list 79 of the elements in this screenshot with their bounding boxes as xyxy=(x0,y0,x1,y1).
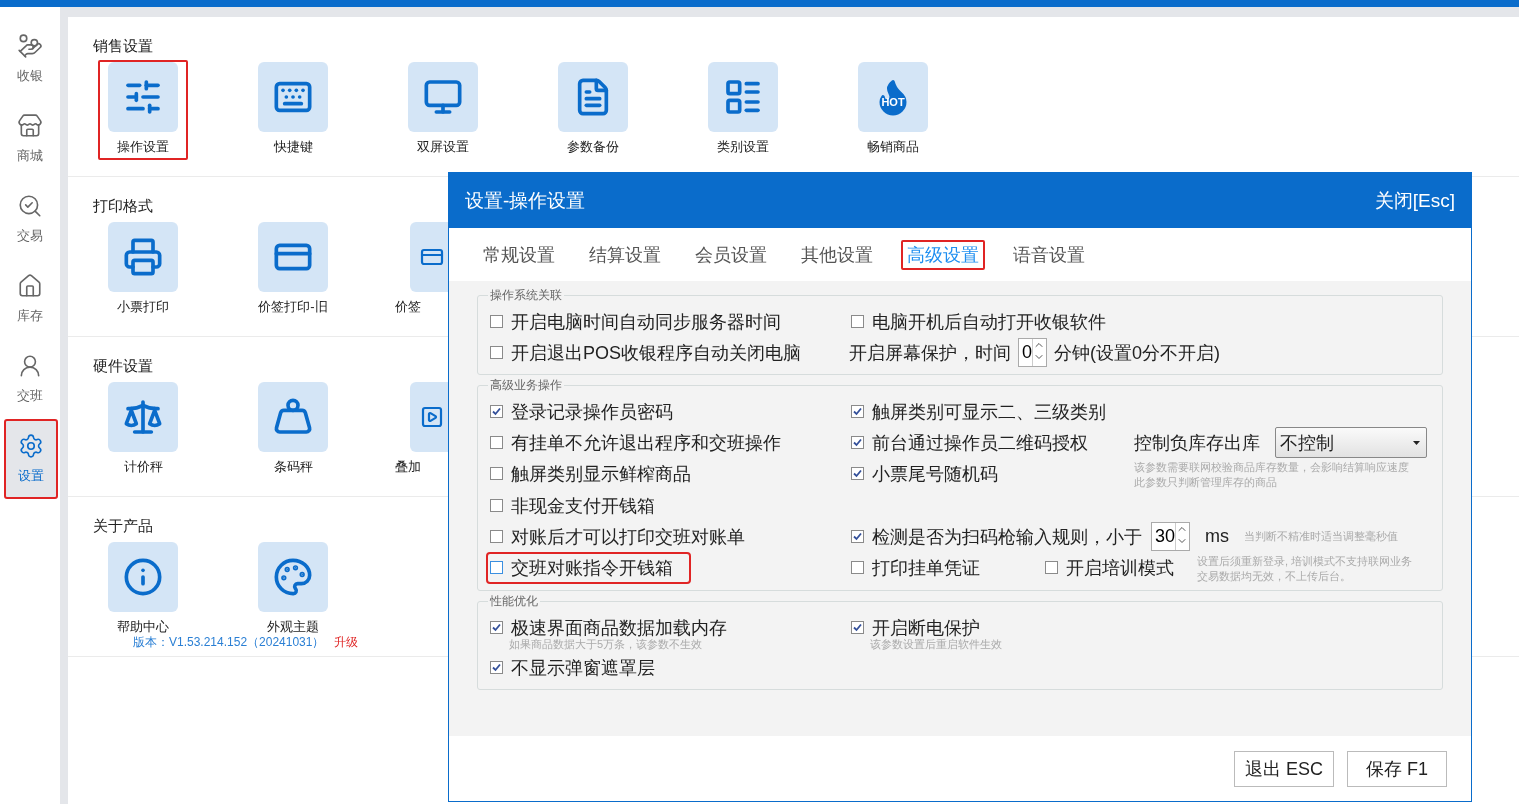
section-title: 硬件设置 xyxy=(93,357,153,376)
version-text: 版本：V1.53.214.152（20241031） xyxy=(133,634,325,651)
checkbox-option[interactable]: 开启电脑时间自动同步服务器时间 xyxy=(488,309,783,334)
monitor-icon xyxy=(423,77,463,117)
checkmark-icon xyxy=(492,407,501,416)
printer-icon xyxy=(123,237,163,277)
exit-button[interactable]: 退出 ESC xyxy=(1234,750,1334,787)
checkbox-option[interactable]: 小票尾号随机码 xyxy=(849,461,1000,486)
checkbox-option[interactable]: 触屏类别显示鲜榨商品 xyxy=(488,461,693,486)
checkbox-option[interactable]: 登录记录操作员密码 xyxy=(488,399,675,424)
nav-item[interactable]: 收银 xyxy=(0,19,60,99)
section-title: 销售设置 xyxy=(93,37,153,56)
checkbox-option[interactable]: 开启培训模式 xyxy=(1043,555,1176,580)
checkmark-icon xyxy=(492,623,501,632)
checkbox-option[interactable]: 开启退出POS收银程序自动关闭电脑 xyxy=(488,340,803,365)
tab[interactable]: 结算设置 xyxy=(583,239,667,270)
unit-label: ms xyxy=(1205,526,1230,547)
group-legend: 高级业务操作 xyxy=(488,377,564,394)
close-button[interactable]: 关闭[Esc] xyxy=(1374,187,1455,214)
tab[interactable]: 语音设置 xyxy=(1007,239,1091,270)
nav-item[interactable]: 商城 xyxy=(0,99,60,179)
section-title: 关于产品 xyxy=(93,517,153,536)
number-field[interactable]: 0 xyxy=(1018,338,1047,367)
checkbox-option[interactable]: 极速界面商品数据加载内存 xyxy=(488,615,729,640)
checkbox-option[interactable]: 有挂单不允许退出程序和交班操作 xyxy=(488,430,783,455)
nav-item[interactable]: 库存 xyxy=(0,259,60,339)
weight-icon xyxy=(273,397,313,437)
option-label: 控制负库存出库 xyxy=(1134,431,1260,455)
option-hint: 当判断不精准时适当调整毫秒值 xyxy=(1244,529,1399,544)
save-button[interactable]: 保存 F1 xyxy=(1347,750,1447,787)
scale-icon xyxy=(123,397,163,437)
option-hint: 设置后须重新登录, 培训模式不支持联网业务 交易数据均无效，不上传后台。 xyxy=(1197,554,1413,584)
option-note: 该参数设置后重启软件生效 xyxy=(870,637,1003,652)
group-legend: 性能优化 xyxy=(488,593,540,610)
checkbox-option[interactable]: 对账后才可以打印交班对账单 xyxy=(488,524,747,549)
group-legend: 操作系统关联 xyxy=(488,287,564,304)
checkmark-icon xyxy=(853,407,862,416)
option-hint: 该参数需要联网校验商品库存数量，会影响结算响应速度 此参数只判断管理库存的商品 xyxy=(1134,460,1409,490)
checkbox-option[interactable]: 电脑开机后自动打开收银软件 xyxy=(849,309,1108,334)
dropdown[interactable]: 不控制 xyxy=(1275,427,1427,458)
unit-label: 分钟(设置0分不开启) xyxy=(1054,341,1220,365)
play-icon xyxy=(420,405,444,429)
option-note: 如果商品数据大于5万条，该参数不生效 xyxy=(509,637,704,652)
upgrade-link[interactable]: 升级 xyxy=(334,634,359,651)
checkbox-option[interactable]: 前台通过操作员二维码授权 xyxy=(849,430,1090,455)
checkbox-option[interactable]: 非现金支付开钱箱 xyxy=(488,493,657,518)
option-label: 开启屏幕保护，时间 xyxy=(849,341,1011,365)
checkbox-option[interactable]: 检测是否为扫码枪输入规则，小于 xyxy=(849,524,1144,549)
checkmark-icon xyxy=(492,663,501,672)
tab[interactable]: 其他设置 xyxy=(795,239,879,270)
checkbox-option[interactable]: 触屏类别可显示二、三级类别 xyxy=(849,399,1108,424)
list-icon xyxy=(723,77,763,117)
checkbox-option[interactable]: 交班对账指令开钱箱 xyxy=(488,553,689,582)
checkmark-icon xyxy=(853,532,862,541)
nav-item[interactable]: 设置 xyxy=(4,419,58,499)
checkmark-icon xyxy=(853,438,862,447)
checkbox-option[interactable]: 开启断电保护 xyxy=(849,615,982,640)
settings-tile[interactable]: 操作设置 xyxy=(98,60,188,160)
checkbox-option[interactable]: 打印挂单凭证 xyxy=(849,555,982,580)
palette-icon xyxy=(273,557,313,597)
nav-item[interactable]: 交班 xyxy=(0,339,60,419)
nav-item[interactable]: 交易 xyxy=(0,179,60,259)
store-icon xyxy=(17,113,43,139)
hand-coin-icon xyxy=(17,33,43,59)
checkmark-icon xyxy=(853,469,862,478)
dialog-title: 设置-操作设置 xyxy=(465,188,586,213)
tab[interactable]: 常规设置 xyxy=(477,239,561,270)
section-title: 打印格式 xyxy=(93,197,153,216)
checkbox-option[interactable]: 不显示弹窗遮罩层 xyxy=(488,655,657,680)
checkmark-icon xyxy=(853,623,862,632)
number-field[interactable]: 30 xyxy=(1151,522,1191,551)
hot-label: HOT xyxy=(880,96,906,108)
info-icon xyxy=(123,557,163,597)
house-icon xyxy=(17,273,43,299)
caret-icon xyxy=(1413,440,1420,445)
sliders-icon xyxy=(123,77,163,117)
settings-icon xyxy=(18,433,44,459)
tab[interactable]: 会员设置 xyxy=(689,239,773,270)
magnifier-icon xyxy=(17,193,43,219)
